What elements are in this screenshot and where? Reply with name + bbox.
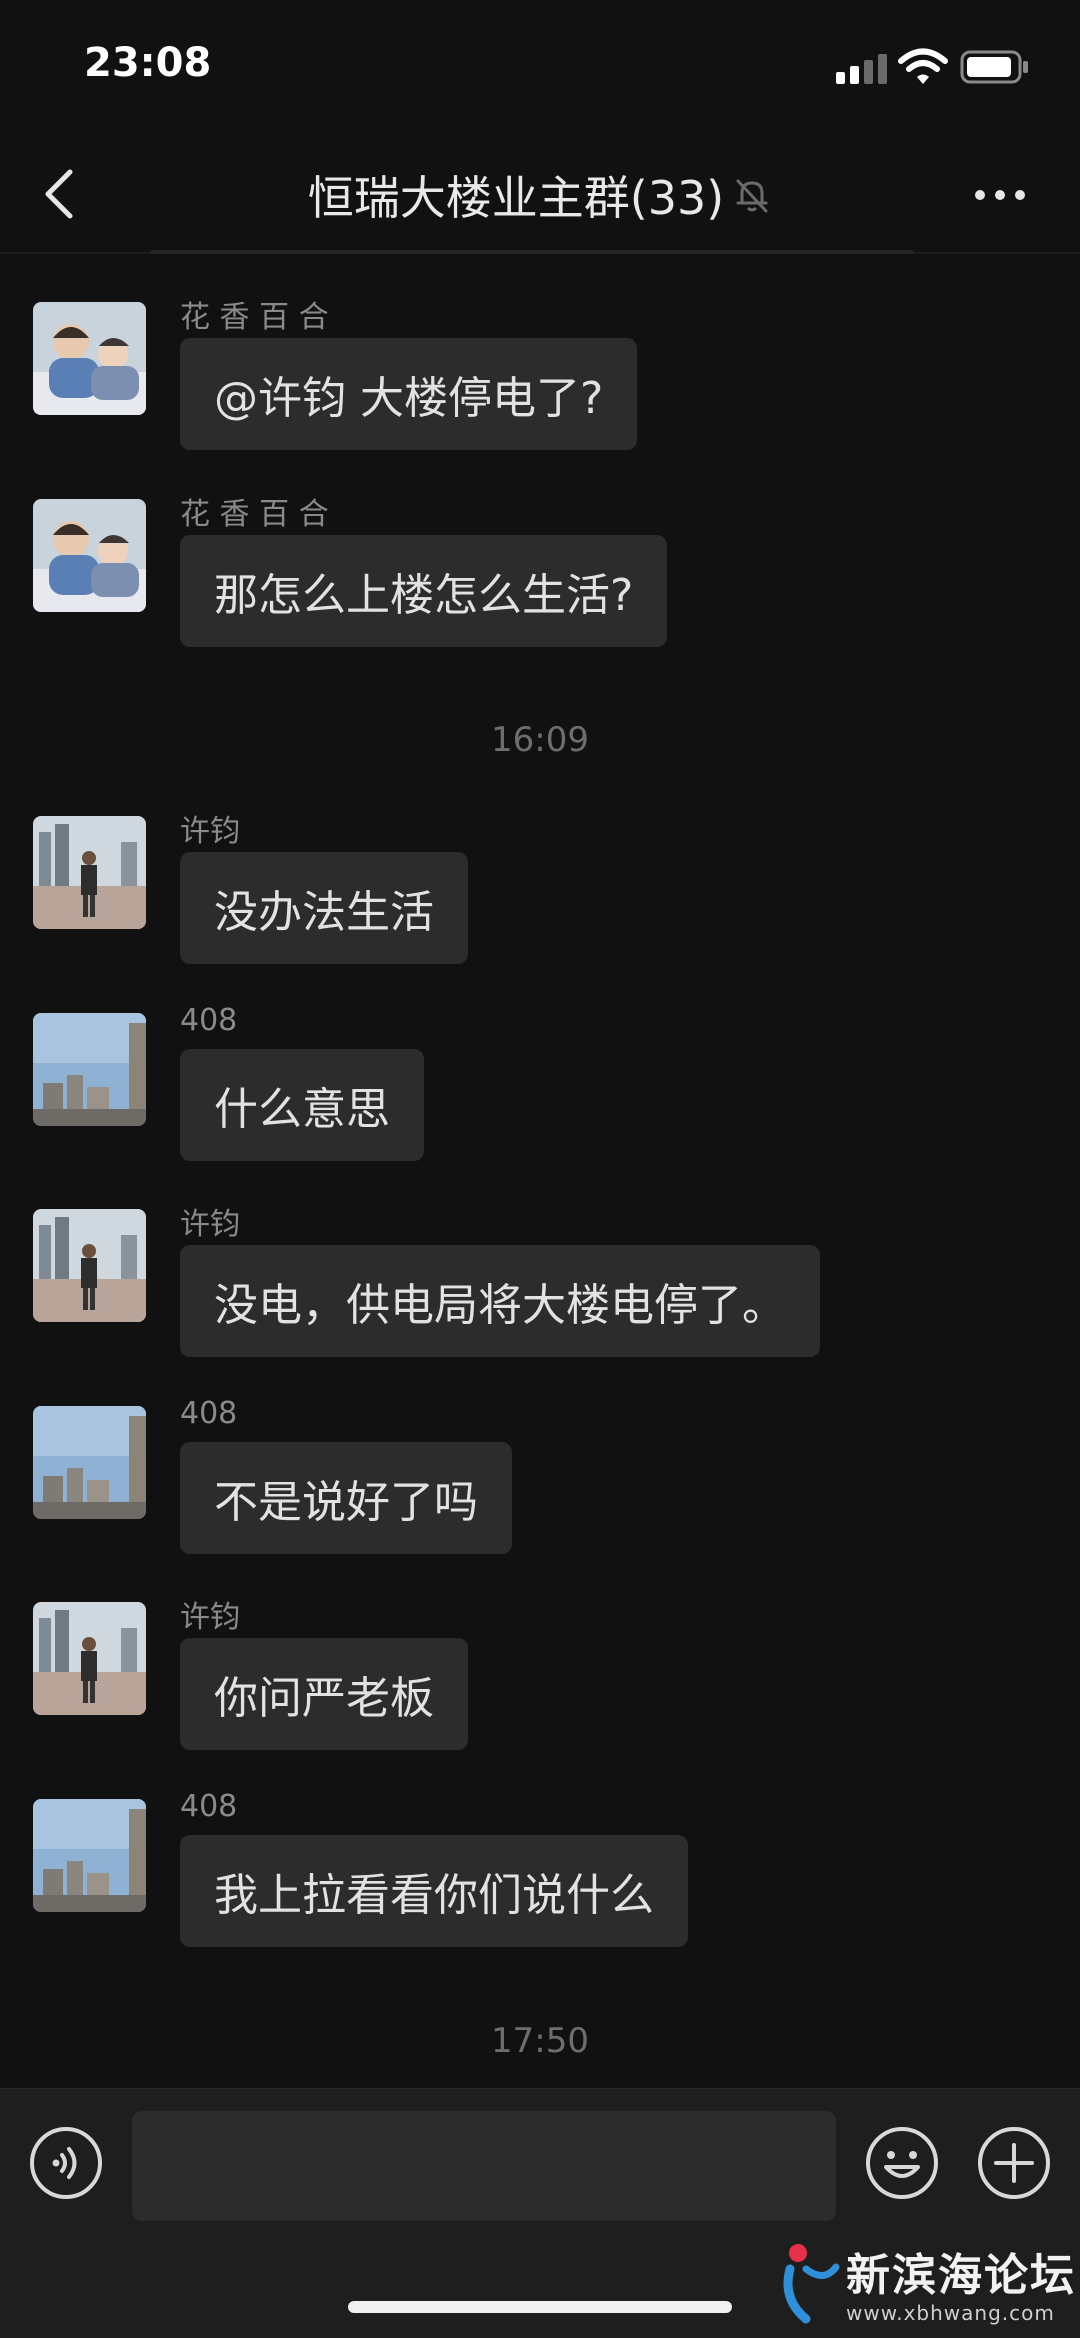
avatar[interactable] [33,499,146,612]
wifi-icon [898,48,948,84]
message-bubble[interactable]: 我上拉看看你们说什么 [180,1835,688,1947]
timestamp: 16:09 [491,720,589,760]
watermark-url: www.xbhwang.com [846,2301,1055,2325]
avatar[interactable] [33,1799,146,1912]
bell-slash-icon [736,179,768,213]
avatar-photo-man-plaza [33,1602,146,1715]
avatar[interactable] [33,816,146,929]
sender-name: 408 [180,1789,238,1824]
timestamp: 17:50 [491,2021,589,2061]
avatar-photo-city [33,1406,146,1519]
input-bar: 新滨海论坛 www.xbhwang.com [0,2088,1080,2338]
message-bubble[interactable]: 你问严老板 [180,1638,468,1750]
chat-title[interactable]: 恒瑞大楼业主群(33) [308,162,724,228]
chat-header: 恒瑞大楼业主群(33) [0,140,1080,254]
watermark: 新滨海论坛 www.xbhwang.com [780,2239,1076,2329]
sender-name: 许钧 [180,1600,240,1635]
avatar-photo-children [33,499,146,612]
avatar[interactable] [33,302,146,415]
voice-icon[interactable] [28,2125,104,2201]
message-bubble[interactable]: 不是说好了吗 [180,1442,512,1554]
avatar-photo-man-plaza [33,1209,146,1322]
message-bubble[interactable]: 什么意思 [180,1049,424,1161]
status-bar: 23:08 [0,0,1080,140]
cellular-signal-icon [836,54,887,84]
plus-icon[interactable] [976,2125,1052,2201]
avatar[interactable] [33,1209,146,1322]
watermark-logo-icon [783,2244,840,2324]
battery-icon [960,50,1028,84]
avatar-photo-children [33,302,146,415]
avatar-photo-man-plaza [33,816,146,929]
message-bubble[interactable]: 没办法生活 [180,852,468,964]
divider [150,250,914,254]
message-input[interactable] [132,2111,836,2221]
watermark-name: 新滨海论坛 [846,2250,1076,2301]
sender-name: 408 [180,1003,238,1038]
sender-name: 花 香 百 合 [180,300,329,335]
message-bubble[interactable]: 那怎么上楼怎么生活? [180,535,668,647]
avatar-photo-city [33,1799,146,1912]
more-dots-icon[interactable] [970,180,1030,210]
avatar[interactable] [33,1013,146,1126]
message-bubble[interactable]: @许钧 大楼停电了? [180,338,638,450]
avatar-photo-city [33,1013,146,1126]
sender-name: 许钧 [180,1207,240,1242]
status-time: 23:08 [84,40,212,86]
emoji-icon[interactable] [864,2125,940,2201]
message-bubble[interactable]: 没电，供电局将大楼电停了。 [180,1245,820,1357]
home-indicator [348,2301,732,2313]
sender-name: 许钧 [180,814,240,849]
avatar[interactable] [33,1602,146,1715]
avatar[interactable] [33,1406,146,1519]
sender-name: 408 [180,1396,238,1431]
sender-name: 花 香 百 合 [180,497,329,532]
